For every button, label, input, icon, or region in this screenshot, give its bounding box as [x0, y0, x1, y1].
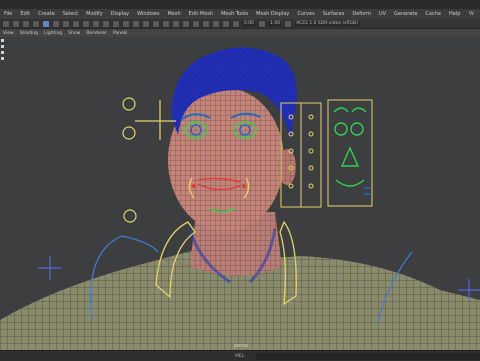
- viewport-toolbar: 0.00 1.00 ACES 1.0 SDR-video (sRGB): [0, 19, 480, 29]
- main-menu-bar: File Edit Create Select Modify Display W…: [0, 9, 480, 19]
- lights-icon[interactable]: [82, 19, 90, 28]
- default-material-icon[interactable]: [62, 19, 70, 28]
- face-gui-panel-right[interactable]: [327, 99, 373, 207]
- panel-menu-bar: View Shading Lighting Show Renderer Pane…: [0, 30, 480, 37]
- safe-title-icon[interactable]: [232, 19, 240, 28]
- menu-item-deform[interactable]: Deform: [348, 11, 375, 17]
- grid-icon[interactable]: [172, 19, 180, 28]
- menu-item-mesh-display[interactable]: Mesh Display: [252, 11, 293, 17]
- workspace-selector[interactable]: W: [469, 11, 480, 17]
- panel-menu-shading[interactable]: Shading: [17, 31, 41, 36]
- smooth-shade-icon[interactable]: [52, 19, 60, 28]
- menu-item-select[interactable]: Select: [59, 11, 82, 17]
- panel-menu-view[interactable]: View: [0, 31, 17, 36]
- select-camera-icon[interactable]: [2, 19, 10, 28]
- exposure-field[interactable]: 0.00: [242, 20, 257, 27]
- 3d-viewport[interactable]: persp: [0, 37, 480, 350]
- panel-menu-renderer[interactable]: Renderer: [83, 31, 110, 36]
- gamma-field[interactable]: 1.00: [268, 20, 283, 27]
- viewport-side-tools: [0, 37, 6, 79]
- menu-item-modify[interactable]: Modify: [82, 11, 107, 17]
- wireframe-icon[interactable]: [42, 19, 50, 28]
- camera-label: persp: [234, 343, 248, 349]
- view-transform-dropdown[interactable]: ACES 1.0 SDR-video (sRGB): [294, 20, 360, 27]
- scale-tool-icon[interactable]: [1, 57, 4, 60]
- command-mode-label[interactable]: MEL: [235, 354, 244, 359]
- menu-item-mesh-tools[interactable]: Mesh Tools: [217, 11, 252, 17]
- move-tool-icon[interactable]: [1, 45, 4, 48]
- ambient-occlusion-icon[interactable]: [102, 19, 110, 28]
- camera-attributes-icon[interactable]: [22, 19, 30, 28]
- isolate-select-icon[interactable]: [132, 19, 140, 28]
- gate-mask-icon[interactable]: [202, 19, 210, 28]
- menu-item-edit-mesh[interactable]: Edit Mesh: [185, 11, 217, 17]
- shadows-icon[interactable]: [92, 19, 100, 28]
- command-input[interactable]: [256, 352, 480, 360]
- bookmark-icon[interactable]: [32, 19, 40, 28]
- resolution-gate-icon[interactable]: [192, 19, 200, 28]
- film-gate-icon[interactable]: [182, 19, 190, 28]
- xray-joints-icon[interactable]: [152, 19, 160, 28]
- command-line: MEL: [0, 350, 480, 361]
- gamma-icon[interactable]: [258, 19, 267, 28]
- menu-item-edit[interactable]: Edit: [16, 11, 34, 17]
- panel-menu-panels[interactable]: Panels: [110, 31, 130, 36]
- panel-menu-lighting[interactable]: Lighting: [41, 31, 65, 36]
- menu-item-display[interactable]: Display: [107, 11, 133, 17]
- rotate-tool-icon[interactable]: [1, 51, 4, 54]
- textured-icon[interactable]: [72, 19, 80, 28]
- field-chart-icon[interactable]: [212, 19, 220, 28]
- xray-components-icon[interactable]: [162, 19, 170, 28]
- menu-item-help[interactable]: Help: [445, 11, 464, 17]
- menu-item-generate[interactable]: Generate: [390, 11, 421, 17]
- menu-item-create[interactable]: Create: [34, 11, 59, 17]
- viewport-canvas[interactable]: persp: [0, 37, 480, 350]
- xray-icon[interactable]: [142, 19, 150, 28]
- color-management-icon[interactable]: [284, 19, 293, 28]
- menu-item-surfaces[interactable]: Surfaces: [319, 11, 349, 17]
- menu-item-mesh[interactable]: Mesh: [163, 11, 184, 17]
- menu-item-cache[interactable]: Cache: [421, 11, 445, 17]
- menu-item-curves[interactable]: Curves: [293, 11, 318, 17]
- anti-aliasing-icon[interactable]: [122, 19, 130, 28]
- panel-menu-show[interactable]: Show: [65, 31, 83, 36]
- safe-action-icon[interactable]: [222, 19, 230, 28]
- motion-blur-icon[interactable]: [112, 19, 120, 28]
- lock-camera-icon[interactable]: [12, 19, 20, 28]
- title-bar: [0, 0, 480, 9]
- select-tool-icon[interactable]: [1, 39, 4, 42]
- menu-item-file[interactable]: File: [0, 11, 16, 17]
- menu-item-uv[interactable]: UV: [375, 11, 390, 17]
- menu-item-windows[interactable]: Windows: [133, 11, 163, 17]
